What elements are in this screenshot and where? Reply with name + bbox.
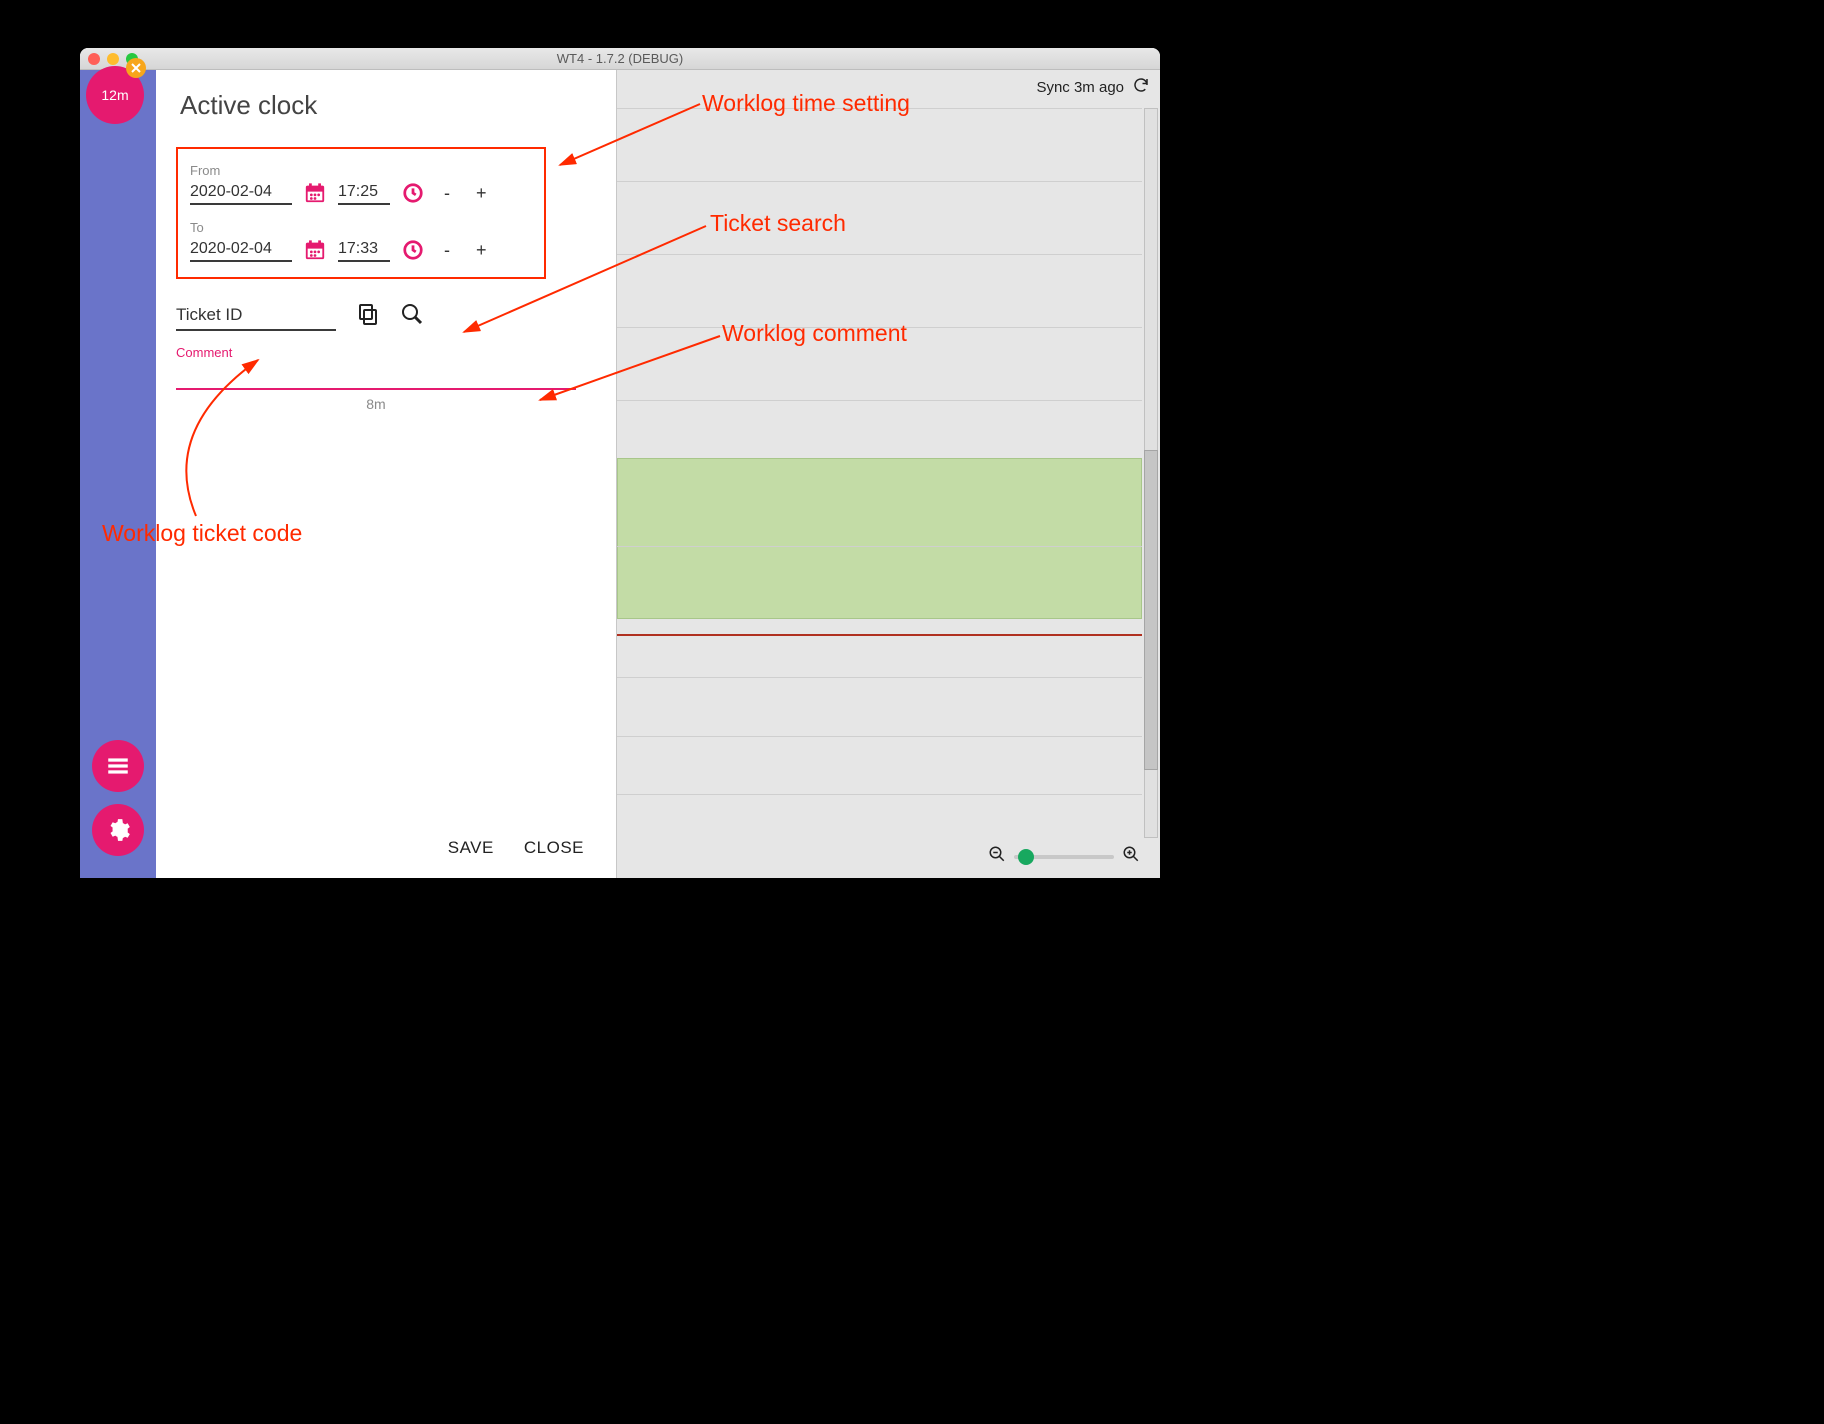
timer-close-button[interactable] <box>126 58 146 78</box>
panel-title: Active clock <box>180 90 596 121</box>
to-date-input[interactable] <box>190 238 292 262</box>
active-timer-badge[interactable]: 12m <box>86 66 144 124</box>
to-label: To <box>190 220 532 235</box>
comment-label: Comment <box>176 345 596 360</box>
zoom-controls <box>988 845 1140 868</box>
clock-icon[interactable] <box>400 180 426 206</box>
titlebar: WT4 - 1.7.2 (DEBUG) <box>80 48 1160 70</box>
zoom-slider-knob[interactable] <box>1018 849 1034 865</box>
settings-button[interactable] <box>92 804 144 856</box>
ticket-id-input[interactable] <box>176 301 336 331</box>
list-button[interactable] <box>92 740 144 792</box>
sync-status: Sync 3m ago <box>1036 79 1124 96</box>
from-date-input[interactable] <box>190 181 292 205</box>
app-window: WT4 - 1.7.2 (DEBUG) 12m Active clock Fro… <box>80 48 1160 878</box>
calendar-icon[interactable] <box>302 237 328 263</box>
duration-value: 8m <box>176 396 576 412</box>
save-button[interactable]: SAVE <box>448 838 494 858</box>
annotation-search: Ticket search <box>710 210 846 237</box>
annotation-ticket: Worklog ticket code <box>102 520 302 547</box>
calendar-area: Sync 3m ago <box>616 70 1160 878</box>
clock-icon[interactable] <box>400 237 426 263</box>
calendar-icon[interactable] <box>302 180 328 206</box>
to-minus-button[interactable]: - <box>436 240 458 261</box>
zoom-out-icon[interactable] <box>988 845 1006 868</box>
current-time-line <box>617 634 1142 636</box>
scrollbar-thumb[interactable] <box>1144 450 1158 770</box>
calendar-grid[interactable] <box>617 108 1142 838</box>
calendar-event[interactable] <box>617 458 1142 619</box>
from-label: From <box>190 163 532 178</box>
sidebar: 12m <box>80 70 156 878</box>
from-time-input[interactable] <box>338 181 390 205</box>
close-button[interactable]: CLOSE <box>524 838 584 858</box>
window-title: WT4 - 1.7.2 (DEBUG) <box>80 51 1160 66</box>
active-clock-panel: Active clock From - + To <box>156 70 616 878</box>
comment-input[interactable] <box>176 360 576 390</box>
from-plus-button[interactable]: + <box>468 183 495 204</box>
copy-icon[interactable] <box>356 302 380 331</box>
active-timer-value: 12m <box>101 87 128 103</box>
zoom-in-icon[interactable] <box>1122 845 1140 868</box>
refresh-icon[interactable] <box>1132 76 1150 98</box>
from-minus-button[interactable]: - <box>436 183 458 204</box>
to-time-input[interactable] <box>338 238 390 262</box>
zoom-slider[interactable] <box>1014 855 1114 859</box>
annotation-time: Worklog time setting <box>702 90 910 117</box>
search-icon[interactable] <box>400 302 424 331</box>
time-settings-box: From - + To <box>176 147 546 279</box>
to-plus-button[interactable]: + <box>468 240 495 261</box>
annotation-comment: Worklog comment <box>722 320 907 347</box>
